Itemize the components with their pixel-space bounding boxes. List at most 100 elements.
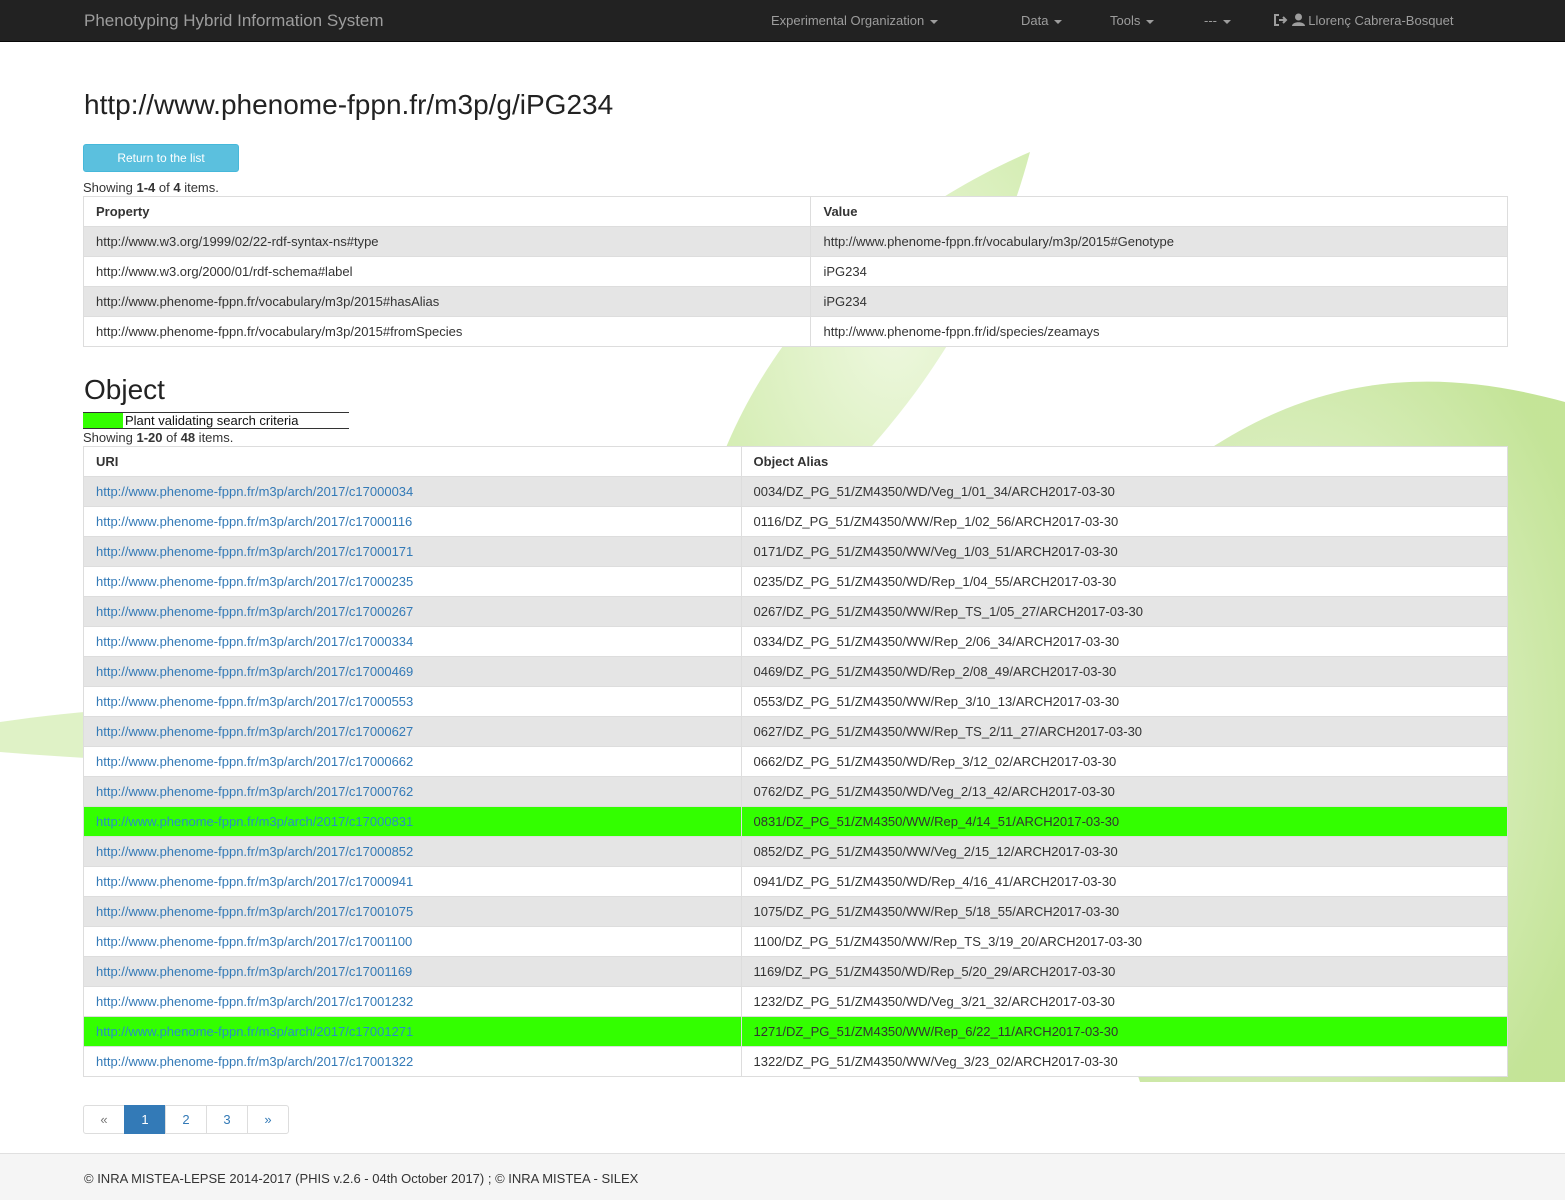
object-uri-link[interactable]: http://www.phenome-fppn.fr/m3p/arch/2017… (96, 934, 412, 949)
table-row: http://www.w3.org/1999/02/22-rdf-syntax-… (82, 226, 1508, 257)
object-uri-link[interactable]: http://www.phenome-fppn.fr/m3p/arch/2017… (96, 874, 413, 889)
uri-cell: http://www.phenome-fppn.fr/m3p/arch/2017… (83, 806, 742, 837)
object-alias-cell: 0267/DZ_PG_51/ZM4350/WW/Rep_TS_1/05_27/A… (740, 596, 1509, 627)
uri-cell: http://www.phenome-fppn.fr/m3p/arch/2017… (83, 896, 742, 927)
uri-cell: http://www.phenome-fppn.fr/m3p/arch/2017… (83, 836, 742, 867)
object-alias-cell: 0627/DZ_PG_51/ZM4350/WW/Rep_TS_2/11_27/A… (740, 716, 1509, 747)
table-row: http://www.phenome-fppn.fr/m3p/arch/2017… (83, 686, 1509, 717)
uri-cell: http://www.phenome-fppn.fr/m3p/arch/2017… (83, 506, 742, 537)
property-cell: http://www.phenome-fppn.fr/vocabulary/m3… (82, 316, 812, 347)
object-uri-link[interactable]: http://www.phenome-fppn.fr/m3p/arch/2017… (96, 604, 413, 619)
top-navbar: Phenotyping Hybrid Information System Ex… (0, 0, 1565, 42)
summary-total: 4 (173, 180, 181, 195)
object-alias-cell: 0334/DZ_PG_51/ZM4350/WW/Rep_2/06_34/ARCH… (740, 626, 1509, 657)
table-row: http://www.phenome-fppn.fr/m3p/arch/2017… (83, 596, 1509, 627)
table-row: http://www.phenome-fppn.fr/m3p/arch/2017… (83, 836, 1509, 867)
table-row: http://www.phenome-fppn.fr/m3p/arch/2017… (83, 716, 1509, 747)
summary-mid: of (162, 430, 181, 445)
pagination-next-button[interactable]: » (247, 1105, 289, 1134)
object-uri-link[interactable]: http://www.phenome-fppn.fr/m3p/arch/2017… (96, 544, 413, 559)
pagination-page-3[interactable]: 3 (206, 1105, 248, 1134)
property-cell: http://www.w3.org/2000/01/rdf-schema#lab… (82, 256, 812, 287)
object-uri-link[interactable]: http://www.phenome-fppn.fr/m3p/arch/2017… (96, 514, 412, 529)
table-row: http://www.phenome-fppn.fr/m3p/arch/2017… (83, 476, 1509, 507)
return-to-list-button[interactable]: Return to the list (83, 144, 239, 172)
table-row: http://www.phenome-fppn.fr/m3p/arch/2017… (83, 536, 1509, 567)
object-uri-link[interactable]: http://www.phenome-fppn.fr/m3p/arch/2017… (96, 994, 413, 1009)
object-alias-cell: 0235/DZ_PG_51/ZM4350/WD/Rep_1/04_55/ARCH… (740, 566, 1509, 597)
menu-misc[interactable]: --- (1204, 13, 1231, 28)
column-header-uri[interactable]: URI (83, 446, 742, 477)
object-uri-link[interactable]: http://www.phenome-fppn.fr/m3p/arch/2017… (96, 664, 413, 679)
summary-prefix: Showing (83, 180, 137, 195)
uri-cell: http://www.phenome-fppn.fr/m3p/arch/2017… (83, 626, 742, 657)
uri-cell: http://www.phenome-fppn.fr/m3p/arch/2017… (83, 746, 742, 777)
summary-range: 1-4 (136, 180, 156, 195)
menu-tools[interactable]: Tools (1110, 13, 1155, 28)
user-logout-menu[interactable]: Llorenç Cabrera-Bosquet (1274, 13, 1454, 28)
table-row: http://www.phenome-fppn.fr/m3p/arch/2017… (83, 896, 1509, 927)
uri-cell: http://www.phenome-fppn.fr/m3p/arch/2017… (83, 926, 742, 957)
legend-text: Plant validating search criteria (125, 413, 299, 428)
menu-data[interactable]: Data (1021, 13, 1063, 28)
uri-cell: http://www.phenome-fppn.fr/m3p/arch/2017… (83, 1046, 742, 1077)
value-cell: iPG234 (810, 286, 1508, 317)
caret-down-icon (1054, 19, 1063, 24)
footer: © INRA MISTEA-LEPSE 2014-2017 (PHIS v.2.… (0, 1153, 1565, 1200)
menu-experimental-organization-label: Experimental Organization (771, 13, 925, 28)
summary-prefix: Showing (83, 430, 137, 445)
properties-table: Property Value http://www.w3.org/1999/02… (82, 196, 1508, 347)
object-alias-cell: 1169/DZ_PG_51/ZM4350/WD/Rep_5/20_29/ARCH… (740, 956, 1509, 987)
object-uri-link[interactable]: http://www.phenome-fppn.fr/m3p/arch/2017… (96, 754, 413, 769)
table-row: http://www.phenome-fppn.fr/m3p/arch/2017… (83, 506, 1509, 537)
column-header-object-alias[interactable]: Object Alias (740, 446, 1509, 477)
user-icon (1291, 13, 1305, 26)
uri-cell: http://www.phenome-fppn.fr/m3p/arch/2017… (83, 686, 742, 717)
highlight-legend: Plant validating search criteria (83, 412, 349, 429)
table-row: http://www.phenome-fppn.fr/m3p/arch/2017… (83, 656, 1509, 687)
object-uri-link[interactable]: http://www.phenome-fppn.fr/m3p/arch/2017… (96, 964, 412, 979)
app-brand[interactable]: Phenotyping Hybrid Information System (84, 11, 384, 31)
column-header-property[interactable]: Property (82, 196, 812, 227)
object-uri-link[interactable]: http://www.phenome-fppn.fr/m3p/arch/2017… (96, 694, 413, 709)
uri-cell: http://www.phenome-fppn.fr/m3p/arch/2017… (83, 986, 742, 1017)
summary-total: 48 (180, 430, 196, 445)
uri-cell: http://www.phenome-fppn.fr/m3p/arch/2017… (83, 476, 742, 507)
table-row: http://www.phenome-fppn.fr/m3p/arch/2017… (83, 626, 1509, 657)
objects-table: URI Object Alias http://www.phenome-fppn… (83, 446, 1509, 1077)
object-uri-link[interactable]: http://www.phenome-fppn.fr/m3p/arch/2017… (96, 724, 413, 739)
object-uri-link[interactable]: http://www.phenome-fppn.fr/m3p/arch/2017… (96, 814, 413, 829)
object-uri-link[interactable]: http://www.phenome-fppn.fr/m3p/arch/2017… (96, 784, 413, 799)
object-alias-cell: 1271/DZ_PG_51/ZM4350/WW/Rep_6/22_11/ARCH… (740, 1016, 1509, 1047)
menu-data-label: Data (1021, 13, 1049, 28)
object-alias-cell: 0469/DZ_PG_51/ZM4350/WD/Rep_2/08_49/ARCH… (740, 656, 1509, 687)
pagination-page-1[interactable]: 1 (124, 1105, 166, 1134)
pagination-prev-button[interactable]: « (83, 1105, 125, 1134)
menu-tools-label: Tools (1110, 13, 1141, 28)
object-uri-link[interactable]: http://www.phenome-fppn.fr/m3p/arch/2017… (96, 484, 413, 499)
summary-suffix: items. (180, 180, 219, 195)
object-alias-cell: 0116/DZ_PG_51/ZM4350/WW/Rep_1/02_56/ARCH… (740, 506, 1509, 537)
uri-cell: http://www.phenome-fppn.fr/m3p/arch/2017… (83, 536, 742, 567)
uri-cell: http://www.phenome-fppn.fr/m3p/arch/2017… (83, 866, 742, 897)
object-uri-link[interactable]: http://www.phenome-fppn.fr/m3p/arch/2017… (96, 1024, 413, 1039)
object-uri-link[interactable]: http://www.phenome-fppn.fr/m3p/arch/2017… (96, 1054, 413, 1069)
object-alias-cell: 0034/DZ_PG_51/ZM4350/WD/Veg_1/01_34/ARCH… (740, 476, 1509, 507)
caret-down-icon (1146, 19, 1155, 24)
object-alias-cell: 0852/DZ_PG_51/ZM4350/WW/Veg_2/15_12/ARCH… (740, 836, 1509, 867)
pagination: «1 2 3» (83, 1105, 289, 1135)
object-uri-link[interactable]: http://www.phenome-fppn.fr/m3p/arch/2017… (96, 634, 413, 649)
property-cell: http://www.w3.org/1999/02/22-rdf-syntax-… (82, 226, 812, 257)
column-header-value[interactable]: Value (810, 196, 1508, 227)
object-uri-link[interactable]: http://www.phenome-fppn.fr/m3p/arch/2017… (96, 844, 413, 859)
object-uri-link[interactable]: http://www.phenome-fppn.fr/m3p/arch/2017… (96, 904, 413, 919)
menu-experimental-organization[interactable]: Experimental Organization (771, 13, 939, 28)
value-cell: http://www.phenome-fppn.fr/vocabulary/m3… (810, 226, 1508, 257)
pagination-page-2[interactable]: 2 (165, 1105, 207, 1134)
summary-mid: of (155, 180, 174, 195)
object-uri-link[interactable]: http://www.phenome-fppn.fr/m3p/arch/2017… (96, 574, 413, 589)
object-alias-cell: 0831/DZ_PG_51/ZM4350/WW/Rep_4/14_51/ARCH… (740, 806, 1509, 837)
table-row: http://www.phenome-fppn.fr/vocabulary/m3… (82, 316, 1508, 347)
object-alias-cell: 1100/DZ_PG_51/ZM4350/WW/Rep_TS_3/19_20/A… (740, 926, 1509, 957)
table-row: http://www.phenome-fppn.fr/m3p/arch/2017… (83, 776, 1509, 807)
